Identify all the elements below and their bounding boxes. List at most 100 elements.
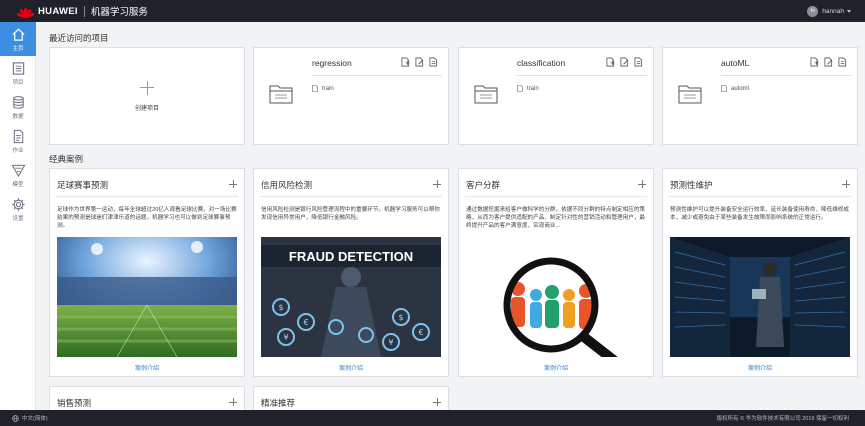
case-card[interactable]: 预测性维护 预测性维护可以提升装备安全运行效率、延长装备使用寿命、降低维修成本，…: [662, 168, 858, 377]
job-icon: [13, 129, 23, 143]
add-icon[interactable]: [433, 398, 441, 406]
file-icon: [312, 85, 318, 92]
divider: [721, 75, 851, 76]
new-file-icon[interactable]: [810, 57, 819, 67]
svg-text:¥: ¥: [283, 333, 288, 342]
case-intro-link[interactable]: 案例介绍: [254, 363, 448, 372]
document-icon[interactable]: [429, 57, 438, 67]
sidebar-item-label: 作业: [12, 147, 24, 154]
case-card[interactable]: 客户分群 通过数据挖掘来给客户做科学的分群，依据不同分群的特点制定相应的策略，从…: [458, 168, 654, 377]
brand-divider: [83, 5, 85, 17]
case-intro-link[interactable]: 案例介绍: [459, 363, 653, 372]
chevron-down-icon: [847, 9, 851, 13]
add-icon[interactable]: [229, 180, 237, 188]
file-icon: [517, 85, 523, 92]
model-icon: [11, 164, 25, 177]
case-card[interactable]: 足球赛事预测 足球作为世界第一运动，每年全球超过20亿人观看足球比赛。对一场比赛…: [49, 168, 245, 377]
create-project-label: 创建项目: [134, 105, 159, 112]
project-file-item[interactable]: train: [312, 85, 334, 92]
plus-icon: [140, 80, 154, 95]
case-title: 足球赛事预测: [57, 180, 109, 190]
add-icon[interactable]: [229, 398, 237, 406]
sidebar-item-job[interactable]: 作业: [0, 124, 36, 158]
fraud-detection-image: FRAUD DETECTION $ € ¥ $ € ¥: [261, 237, 441, 357]
add-icon[interactable]: [638, 180, 646, 188]
project-file-name: train: [527, 85, 539, 92]
project-actions: [606, 57, 643, 67]
sidebar-item-project[interactable]: 项目: [0, 56, 36, 90]
project-icon: [12, 61, 24, 75]
divider: [517, 75, 647, 76]
footer: 中文(简体) 版权所有 © 华为软件技术有限公司 2019 保留一切权利: [0, 410, 865, 426]
brand-name: HUAWEI: [38, 5, 78, 17]
case-card[interactable]: 销售预测: [49, 386, 245, 410]
settings-icon: [11, 197, 25, 211]
case-title: 预测性维护: [670, 180, 713, 190]
create-project-card[interactable]: 创建项目: [49, 47, 245, 145]
add-icon[interactable]: [842, 180, 850, 188]
new-file-icon[interactable]: [606, 57, 615, 67]
project-name: classification: [517, 58, 566, 68]
sidebar-item-label: 数据: [12, 113, 24, 120]
project-card[interactable]: classification train: [458, 47, 654, 145]
sidebar-item-label: 项目: [12, 79, 24, 86]
svg-text:€: €: [303, 318, 308, 327]
add-icon[interactable]: [433, 180, 441, 188]
case-description: 信用风险检测是银行风险管理流程中的重要环节。机器学习服务可以帮你发现信用异常用户…: [261, 207, 441, 221]
case-card[interactable]: 精准推荐: [253, 386, 449, 410]
divider: [56, 196, 238, 197]
svg-text:$: $: [278, 303, 283, 312]
new-file-icon[interactable]: [401, 57, 410, 67]
edit-icon[interactable]: [415, 57, 424, 67]
project-name: regression: [312, 58, 352, 68]
user-menu[interactable]: hi hannah: [807, 5, 865, 17]
project-file-item[interactable]: train: [517, 85, 539, 92]
top-bar: HUAWEI 机器学习服务 hi hannah: [0, 0, 865, 22]
home-icon: [11, 28, 25, 41]
case-intro-link[interactable]: 案例介绍: [50, 363, 244, 372]
copyright-text: 版权所有 © 华为软件技术有限公司 2019 保留一切权利: [716, 416, 849, 422]
case-title: 销售预测: [57, 398, 92, 408]
sidebar-item-settings[interactable]: 设置: [0, 192, 36, 226]
case-description: 通过数据挖掘来给客户做科学的分群，依据不同分群的特点制定相应的策略，从而为客户提…: [466, 207, 646, 229]
language-selector[interactable]: 中文(简体): [0, 414, 48, 422]
user-name: hannah: [822, 7, 844, 15]
sidebar-item-home[interactable]: 主页: [0, 22, 36, 56]
recent-projects-title: 最近访问的项目: [49, 33, 109, 43]
sidebar-item-label: 主页: [12, 45, 24, 52]
project-actions: [401, 57, 438, 67]
brand[interactable]: HUAWEI 机器学习服务: [0, 0, 148, 22]
case-title: 信用风险检测: [261, 180, 313, 190]
case-description: 预测性维护可以提升装备安全运行效率、延长装备使用寿命、降低维修成本，减少或避免由…: [670, 207, 850, 221]
case-card[interactable]: 信用风险检测 信用风险检测是银行风险管理流程中的重要环节。机器学习服务可以帮你发…: [253, 168, 449, 377]
case-title: 精准推荐: [261, 398, 296, 408]
document-icon[interactable]: [838, 57, 847, 67]
sidebar-item-label: 设置: [12, 215, 24, 222]
sidebar-item-model[interactable]: 模型: [0, 158, 36, 192]
case-intro-link[interactable]: 案例介绍: [663, 363, 857, 372]
document-icon[interactable]: [634, 57, 643, 67]
project-card[interactable]: regression train: [253, 47, 449, 145]
divider: [465, 196, 647, 197]
project-file-item[interactable]: automl: [721, 85, 749, 92]
language-label: 中文(简体): [22, 416, 48, 422]
database-icon: [12, 95, 24, 109]
avatar: hi: [807, 5, 819, 17]
main-content: 最近访问的项目 创建项目 regression train classifica…: [36, 22, 865, 410]
edit-icon[interactable]: [620, 57, 629, 67]
huawei-logo-icon: [16, 6, 35, 18]
sidebar-item-label: 模型: [12, 181, 24, 188]
app-name: 机器学习服务: [90, 7, 148, 18]
project-actions: [810, 57, 847, 67]
datacenter-image: [670, 237, 850, 357]
svg-text:¥: ¥: [388, 338, 393, 347]
case-title: 客户分群: [466, 180, 501, 190]
folder-icon: [678, 85, 702, 104]
customer-segmentation-image: [466, 237, 646, 357]
edit-icon[interactable]: [824, 57, 833, 67]
project-card[interactable]: autoML automl: [662, 47, 858, 145]
sidebar: 主页 项目 数据 作业 模型 设置: [0, 22, 36, 410]
project-name: autoML: [721, 58, 750, 68]
sidebar-item-data[interactable]: 数据: [0, 90, 36, 124]
classic-cases-title: 经典案例: [49, 154, 84, 164]
